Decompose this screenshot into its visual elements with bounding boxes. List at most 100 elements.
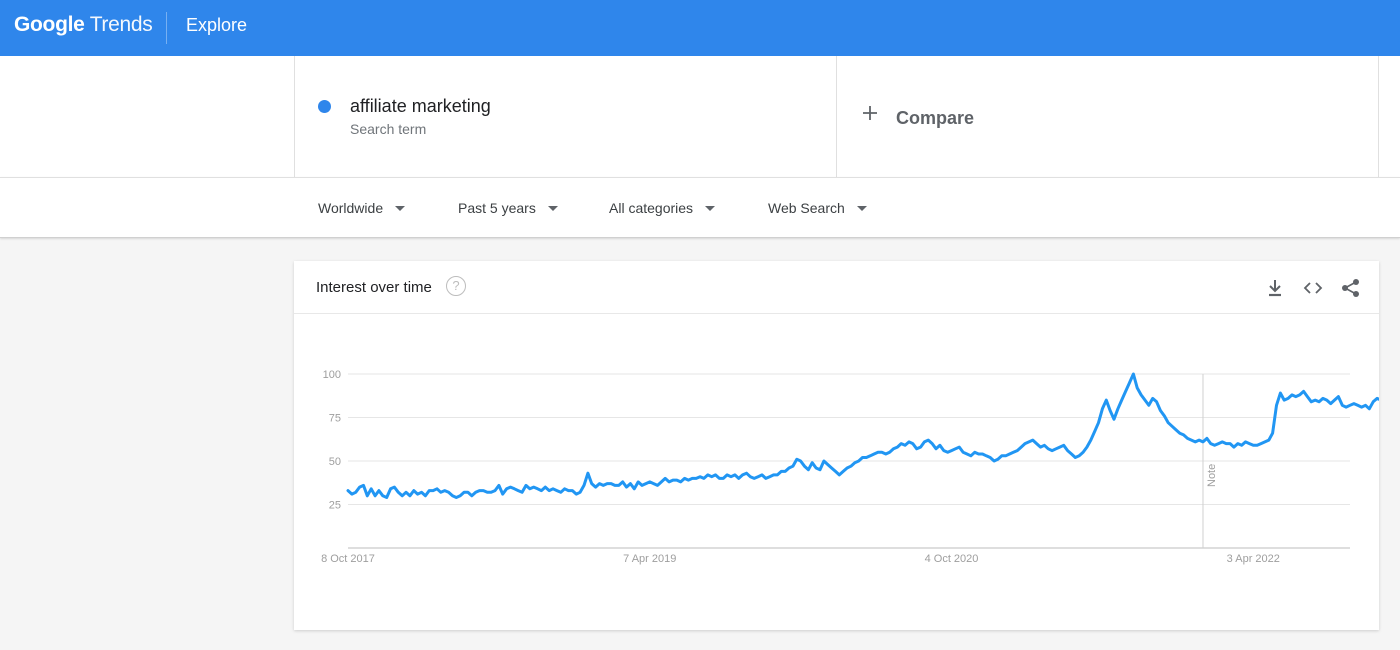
data-point <box>696 478 697 479</box>
compare-label: Compare <box>896 108 975 128</box>
data-point <box>734 474 735 475</box>
chart-series <box>346 372 1379 499</box>
time-range-dropdown[interactable]: Past 5 years <box>458 200 558 216</box>
data-point <box>390 488 391 489</box>
data-point <box>878 452 879 453</box>
data-point <box>916 448 917 449</box>
data-point <box>1280 393 1281 394</box>
data-point <box>680 481 681 482</box>
embed-icon[interactable] <box>1302 277 1324 299</box>
data-point <box>1152 398 1153 399</box>
data-point <box>657 485 658 486</box>
share-icon[interactable] <box>1340 277 1362 299</box>
data-point <box>1160 410 1161 411</box>
page-title: Explore <box>186 15 248 35</box>
help-icon[interactable]: ? <box>446 276 466 296</box>
data-point <box>1241 445 1242 446</box>
data-point <box>893 448 894 449</box>
data-point <box>1017 450 1018 451</box>
data-point <box>820 469 821 470</box>
data-point <box>649 481 650 482</box>
logo-google-text: Google <box>14 13 85 36</box>
data-point <box>460 495 461 496</box>
data-point <box>1245 441 1246 442</box>
dropdown-arrow-icon <box>547 205 558 211</box>
data-point <box>1102 408 1103 409</box>
data-point <box>1187 438 1188 439</box>
data-point <box>580 492 581 493</box>
data-point <box>406 492 407 493</box>
data-point <box>970 455 971 456</box>
compare-button[interactable]: Compare <box>836 56 1379 177</box>
data-point <box>1303 391 1304 392</box>
data-point <box>1110 410 1111 411</box>
data-point <box>719 478 720 479</box>
data-point <box>568 490 569 491</box>
data-point <box>425 495 426 496</box>
data-point <box>409 495 410 496</box>
download-icon[interactable] <box>1264 277 1286 299</box>
data-point <box>1361 407 1362 408</box>
data-point <box>928 440 929 441</box>
data-point <box>471 495 472 496</box>
search-term-card[interactable]: affiliate marketing Search term <box>294 56 837 177</box>
data-point <box>920 447 921 448</box>
filter-bar: Worldwide Past 5 years All categories We… <box>0 177 1400 238</box>
data-point <box>1199 440 1200 441</box>
data-point <box>1114 419 1115 420</box>
data-point <box>997 459 998 460</box>
data-point <box>1319 401 1320 402</box>
data-point <box>835 471 836 472</box>
data-point <box>1276 405 1277 406</box>
data-point <box>518 490 519 491</box>
data-point <box>792 466 793 467</box>
data-point <box>452 495 453 496</box>
data-point <box>1261 443 1262 444</box>
data-point <box>1377 398 1378 399</box>
data-point <box>1172 426 1173 427</box>
data-point <box>607 483 608 484</box>
data-point <box>1284 400 1285 401</box>
data-point <box>464 492 465 493</box>
data-point <box>1137 387 1138 388</box>
data-point <box>901 443 902 444</box>
data-point <box>932 443 933 444</box>
data-point <box>1013 452 1014 453</box>
data-point <box>417 494 418 495</box>
plus-icon <box>862 102 878 126</box>
data-point <box>750 476 751 477</box>
data-point <box>591 483 592 484</box>
data-point <box>1334 400 1335 401</box>
data-point <box>1117 408 1118 409</box>
data-point <box>1249 443 1250 444</box>
data-point <box>429 490 430 491</box>
data-point <box>560 492 561 493</box>
data-point <box>1183 434 1184 435</box>
logo-trends-text: Trends <box>89 13 153 36</box>
data-point <box>1090 440 1091 441</box>
search-term-type: Search term <box>350 121 427 137</box>
data-point <box>553 488 554 489</box>
data-point <box>595 487 596 488</box>
data-point <box>1299 394 1300 395</box>
data-point <box>475 492 476 493</box>
interest-chart: 25 50 75 100 Note 8 Oct 2017 7 Apr 2019 4 Oct… <box>321 369 1379 565</box>
data-point <box>870 455 871 456</box>
data-point <box>440 492 441 493</box>
data-point <box>731 476 732 477</box>
region-dropdown[interactable]: Worldwide <box>318 200 406 216</box>
data-point <box>653 483 654 484</box>
category-dropdown[interactable]: All categories <box>609 200 716 216</box>
search-type-dropdown[interactable]: Web Search <box>768 200 867 216</box>
data-point <box>587 473 588 474</box>
data-point <box>626 487 627 488</box>
data-point <box>1233 447 1234 448</box>
google-trends-logo[interactable]: Google Trends <box>14 13 153 37</box>
dropdown-arrow-icon <box>856 205 867 211</box>
data-point <box>994 461 995 462</box>
search-term-name[interactable]: affiliate marketing <box>350 96 491 117</box>
data-point <box>812 462 813 463</box>
data-point <box>603 485 604 486</box>
data-point <box>1353 403 1354 404</box>
data-point <box>1350 405 1351 406</box>
